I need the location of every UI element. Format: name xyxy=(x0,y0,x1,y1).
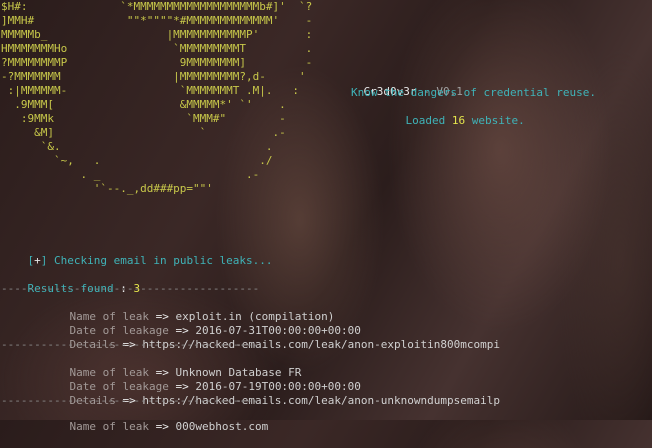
terminal-window[interactable]: $H#: `*MMMMMMMMMMMMMMMMMMMb#]' `? ]MMH# … xyxy=(0,0,652,433)
status-plus-icon: + xyxy=(34,254,41,267)
ascii-art-line: '`--._,dd###pp=""' xyxy=(1,182,213,195)
results-line: Results found : 3 xyxy=(1,268,141,295)
ascii-art-line: HMMMMMMMHo `MMMMMMMMMT . xyxy=(1,42,313,55)
status-line: [+] Checking email in public leaks... xyxy=(1,240,273,267)
ascii-art-line: ]MMH# ""*""""*#MMMMMMMMMMMMM' - xyxy=(1,14,313,27)
ascii-art-line: .9MMM[ &MMMMM*' `' . xyxy=(1,98,286,111)
leak-name-row: Name of leak => exploit.in (compilation) xyxy=(43,296,335,323)
loaded-count: 16 xyxy=(451,114,466,127)
ascii-art-line: `~, . ./ xyxy=(1,154,273,167)
leak-name: 000webhost.com xyxy=(175,420,269,433)
ascii-art-line: ?MMMMMMMMP 9MMMMMMMM] - xyxy=(1,56,313,69)
ascii-art-line: . _ .- xyxy=(1,168,260,181)
ascii-art-line: :9MMk `MMM#" - xyxy=(1,112,286,125)
leak-name-row: Name of leak => Unknown Database FR xyxy=(43,352,302,379)
leak-name-label: Name of leak xyxy=(69,420,149,433)
banner-title: Cr3d0v3r - V0.1 xyxy=(337,71,463,98)
separator-line: --------------------------------------- xyxy=(1,282,260,295)
separator-line: --------------------------------------- xyxy=(1,338,260,351)
ascii-art-line: -?MMMMMMM |MMMMMMMMM?,d- ' xyxy=(1,70,306,83)
ascii-art-line: MMMMMb_ |MMMMMMMMMMMP' : xyxy=(1,28,313,41)
ascii-art-line: $H#: `*MMMMMMMMMMMMMMMMMMMb#]' `? xyxy=(1,0,313,13)
leak-details-row: Details => https://hacked-emails.com/lea… xyxy=(43,324,500,351)
leak-date-row: Date of leakage => 2016-07-31T00:00:00+0… xyxy=(43,310,361,337)
status-text: Checking email in public leaks... xyxy=(47,254,273,267)
ascii-art-line: `&. . xyxy=(1,140,273,153)
leak-date-row: Date of leakage => 2016-07-19T00:00:00+0… xyxy=(43,366,361,393)
banner-tagline: Know the dangers of credential reuse. xyxy=(351,86,597,99)
banner-loaded: Loaded 16 website. xyxy=(379,100,525,127)
arrow-icon: => xyxy=(155,420,169,433)
ascii-art-line: &M] ` .- xyxy=(1,126,286,139)
loaded-prefix: Loaded xyxy=(405,114,452,127)
loaded-suffix: website. xyxy=(465,114,525,127)
ascii-art-line: :|MMMMMM- `MMMMMMMT .M|. : xyxy=(1,84,300,97)
leak-name-row: Name of leak => 000webhost.com xyxy=(43,406,269,433)
leak-details-row: Details => https://hacked-emails.com/lea… xyxy=(43,380,500,407)
